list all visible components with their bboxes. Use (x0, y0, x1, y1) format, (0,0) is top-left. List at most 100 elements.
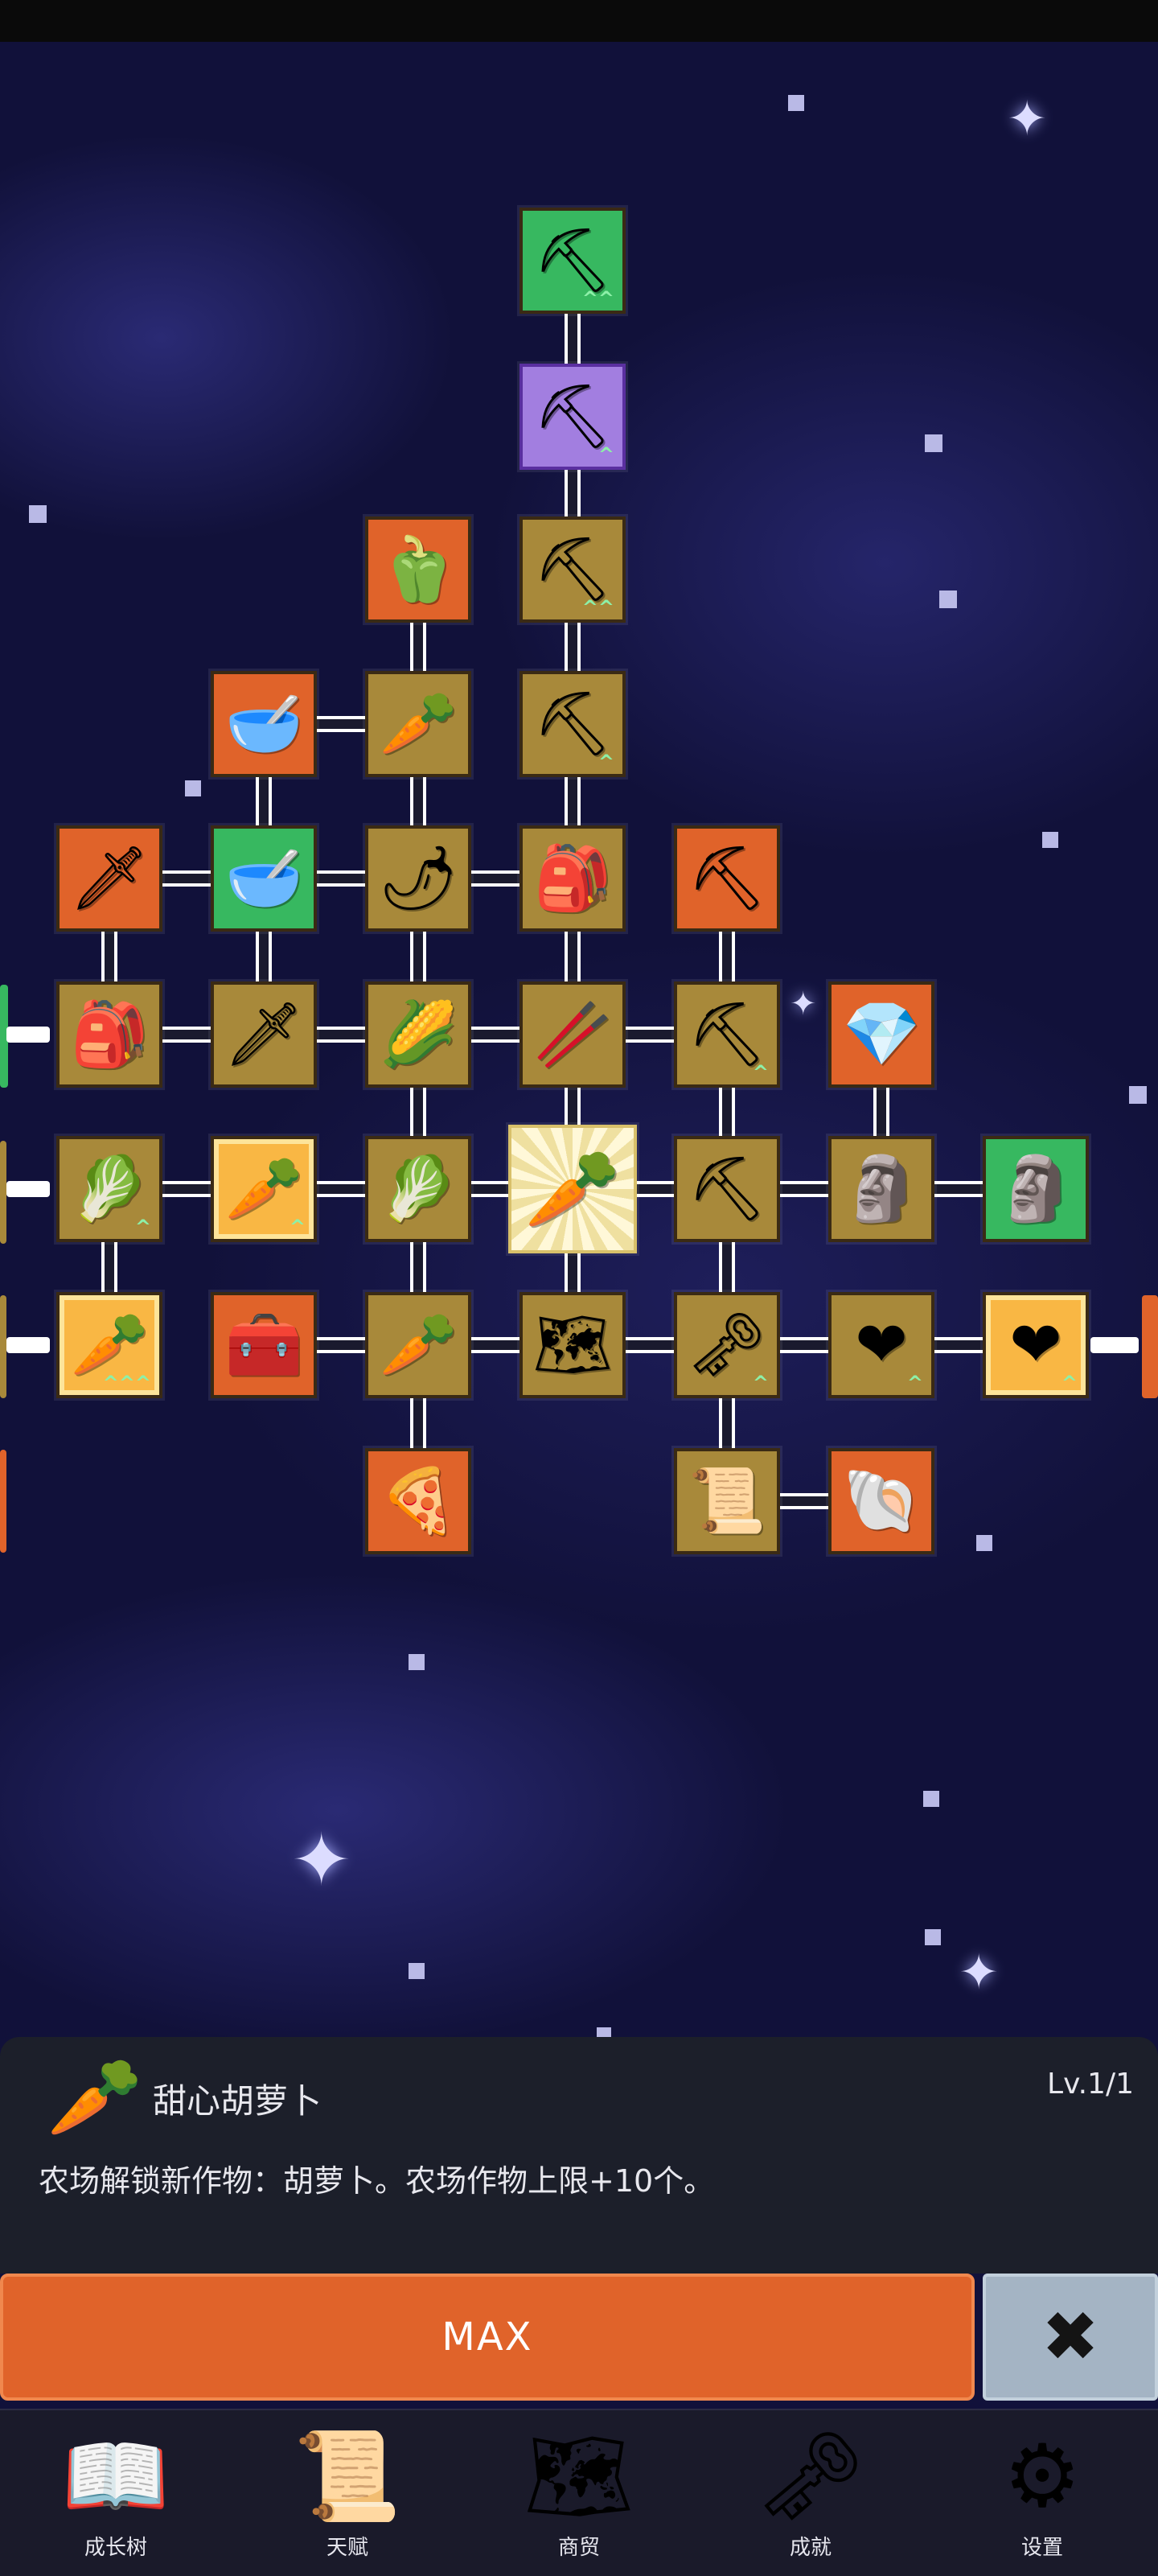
skill-node-corn[interactable]: 🌽 (365, 981, 471, 1088)
bell-pepper-icon: 🫑 (379, 533, 458, 606)
detail-description: 农场解锁新作物：胡萝卜。农场作物上限+10个。 (39, 2163, 715, 2199)
bowl-icon: 🥣 (224, 842, 303, 915)
star (925, 1929, 941, 1945)
upgrade-arrow-icon: ^ (134, 1216, 151, 1238)
nav-item-talent[interactable]: 📜 天赋 (232, 2410, 463, 2576)
close-button[interactable]: ✖ (983, 2274, 1158, 2401)
skill-node-frame: 🥕 (368, 1295, 468, 1395)
skill-node-shovel-4[interactable]: ⛏ ^ (519, 671, 626, 777)
detail-panel (0, 2037, 1158, 2274)
book-icon: 📖 (61, 2426, 170, 2527)
nav-item-achievements[interactable]: 🗝 成就 (695, 2410, 926, 2576)
sparkle-star: ✦ (291, 1818, 352, 1903)
offscreen-node-edge (6, 1337, 50, 1353)
skill-node-chili[interactable]: 🌶 (365, 825, 471, 932)
skill-node-map[interactable]: 🗺 (519, 1292, 626, 1398)
nav-label: 成长树 (84, 2536, 147, 2560)
pickaxe-icon: ⛏ (687, 1153, 767, 1225)
radish-icon: 🥕 (379, 688, 458, 760)
skill-node-parsnip[interactable]: 🥕 (365, 1292, 471, 1398)
skill-node-carrot-selected[interactable]: 🥕 (508, 1125, 637, 1253)
upgrade-arrow-icon: ^^ (581, 596, 614, 619)
pickaxe-icon: ⛏ (687, 998, 767, 1071)
skill-node-pickaxe-gold[interactable]: ⛏ (674, 825, 780, 932)
skill-node-key[interactable]: 🗝 ^ (674, 1292, 780, 1398)
skill-node-pepper[interactable]: 🫑 (365, 516, 471, 623)
statue-icon: 🗿 (842, 1153, 921, 1225)
skill-node-frame: 🗺 (523, 1295, 622, 1395)
skill-node-frame: 💎 (832, 985, 931, 1084)
upgrade-arrow-icon: ^ (1061, 1372, 1078, 1394)
skill-node-radish[interactable]: 🥕 (365, 671, 471, 777)
skill-node-heart-1[interactable]: ❤ ^ (828, 1292, 934, 1398)
pickaxe-icon: ⛏ (687, 842, 767, 915)
skill-node-statue-1[interactable]: 🗿 (828, 1136, 934, 1242)
skill-node-carrot-upgrade[interactable]: 🥕 ^^^ (56, 1292, 162, 1398)
detail-level: Lv.1/1 (1047, 2068, 1134, 2101)
skill-node-frame: 🥬 (368, 1139, 468, 1239)
skill-node-scroll[interactable]: 📜 (674, 1448, 780, 1554)
skill-node-sword[interactable]: 🗡 (211, 981, 317, 1088)
backpack-icon: 🎒 (533, 842, 612, 915)
nav-label: 商贸 (557, 2536, 600, 2560)
skill-node-shovel-3[interactable]: ⛏ ^^ (519, 516, 626, 623)
skill-node-shovel-magic[interactable]: ⛏ ^ (519, 364, 626, 470)
skill-node-cabbage-2[interactable]: 🥬 (365, 1136, 471, 1242)
star (409, 1654, 425, 1670)
skill-node-fossil[interactable]: 🐚 (828, 1448, 934, 1554)
carrot-icon: 🥕 (47, 2052, 143, 2142)
nav-item-trade[interactable]: 🗺 商贸 (463, 2410, 695, 2576)
skill-node-shovel-top[interactable]: ⛏ ^^ (519, 208, 626, 314)
upgrade-arrow-icon: ^ (906, 1372, 923, 1394)
skill-node-frame: 🥕 (368, 674, 468, 774)
skill-node-crystal[interactable]: 💎 (828, 981, 934, 1088)
offscreen-node-edge (0, 1295, 6, 1398)
skill-node-heart-2[interactable]: ❤ ^ (983, 1292, 1089, 1398)
skill-node-pickaxe-2[interactable]: ⛏ (674, 1136, 780, 1242)
skill-node-bowl-grain[interactable]: 🥣 (211, 671, 317, 777)
heart-icon: ❤ (855, 1309, 908, 1381)
skill-node-bowl-empty[interactable]: 🥣 (211, 825, 317, 932)
close-icon: ✖ (1041, 2297, 1100, 2377)
offscreen-node-edge (6, 1027, 50, 1043)
scroll-icon: 📜 (688, 1465, 766, 1537)
skill-node-pickaxe-1[interactable]: ⛏ ^ (674, 981, 780, 1088)
skill-node-backpack[interactable]: 🎒 (56, 981, 162, 1088)
stick-icon: 🥢 (533, 998, 612, 1071)
nav-label: 成就 (789, 2536, 832, 2560)
max-button[interactable]: MAX (0, 2274, 975, 2401)
skill-node-frame: ⛏ (677, 829, 777, 928)
sparkle-star: ✦ (959, 1944, 1000, 2001)
skill-node-frame: 🗡 (214, 985, 314, 1084)
map-icon: 🗺 (524, 2426, 634, 2527)
skill-node-frame: 🌽 (368, 985, 468, 1084)
cabbage-icon: 🥬 (379, 1153, 458, 1225)
carrot-icon: 🥕 (70, 1309, 149, 1381)
upgrade-arrow-icon: ^ (597, 751, 614, 773)
skill-node-stick[interactable]: 🥢 (519, 981, 626, 1088)
nav-item-growth-tree[interactable]: 📖 成长树 (0, 2410, 232, 2576)
skill-node-cabbage-1[interactable]: 🥬 ^ (56, 1136, 162, 1242)
skill-node-statue-2[interactable]: 🗿 (983, 1136, 1089, 1242)
skill-node-backpack-big[interactable]: 🎒 (519, 825, 626, 932)
pizza-slice-icon: 🍕 (379, 1465, 458, 1537)
upgrade-arrow-icon: ^^^ (102, 1372, 151, 1394)
offscreen-node-edge (1090, 1337, 1139, 1353)
skill-node-frame: 🎒 (60, 985, 159, 1084)
backpack-icon: 🎒 (70, 998, 149, 1071)
sword-icon: 🗡 (224, 998, 304, 1071)
skill-node-frame: 🥣 (214, 674, 314, 774)
nav-item-settings[interactable]: ⚙ 设置 (926, 2410, 1158, 2576)
map-icon: 🗺 (532, 1309, 613, 1381)
skill-node-frame: 🫑 (368, 520, 468, 619)
skill-node-golden-sword[interactable]: 🗡 (56, 825, 162, 932)
skill-node-frame: 🗿 (986, 1139, 1086, 1239)
skill-node-frame: 🥢 (523, 985, 622, 1084)
shovel-icon: ⛏ (532, 533, 613, 606)
skill-node-pizza[interactable]: 🍕 (365, 1448, 471, 1554)
star (409, 1963, 425, 1979)
gear-icon: ⚙ (1003, 2426, 1082, 2527)
upgrade-arrow-icon: ^ (289, 1216, 306, 1238)
skill-node-carrot-boost[interactable]: 🥕 ^ (211, 1136, 317, 1242)
skill-node-chest[interactable]: 🧰 (211, 1292, 317, 1398)
